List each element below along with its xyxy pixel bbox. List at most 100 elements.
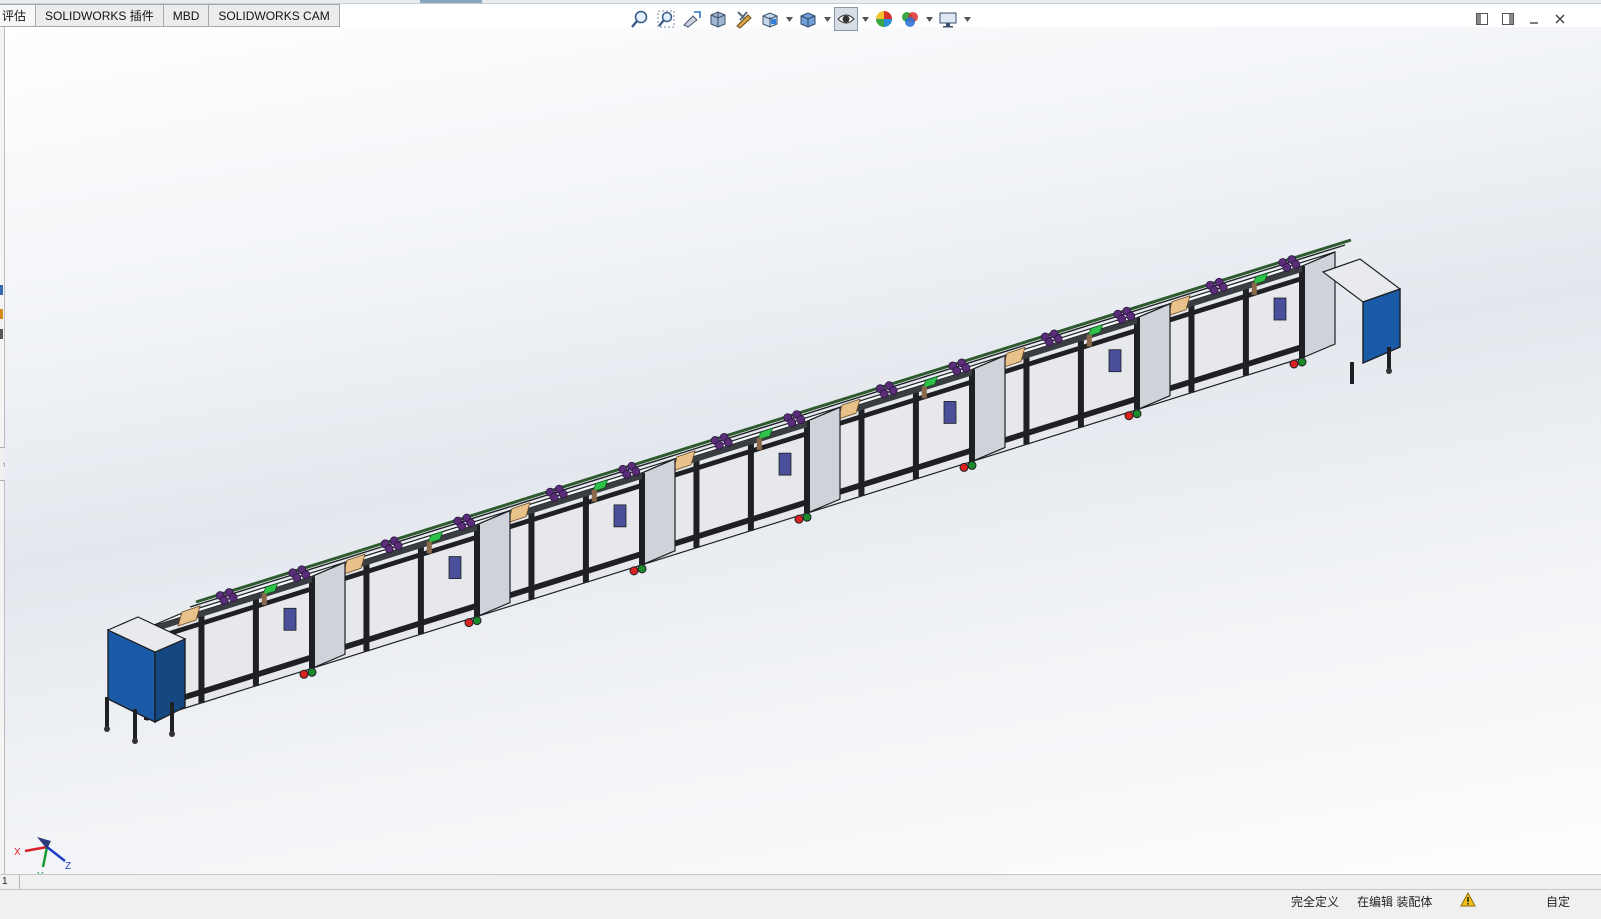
edit-appearance-button[interactable]: [872, 7, 896, 31]
fixture-nest: [1044, 337, 1054, 347]
fixture-nest: [457, 521, 467, 531]
fixture-nest: [879, 389, 889, 399]
fixture-nest: [292, 573, 302, 583]
control-box: [448, 556, 462, 579]
caster-wheel: [472, 616, 482, 626]
zoom-to-fit-icon: [631, 10, 648, 28]
tab-evaluate[interactable]: 评估: [0, 4, 37, 27]
sensor-bracket: [756, 437, 762, 450]
display-style-dropdown[interactable]: [822, 7, 832, 31]
document-window-controls: [1473, 10, 1569, 28]
caster-wheel: [802, 512, 812, 522]
fixture-nest: [301, 570, 311, 580]
caster-wheel: [1297, 357, 1307, 367]
control-box: [1108, 349, 1122, 373]
reference-triad: X Y Z: [14, 837, 71, 882]
command-manager-tabs: 评估 SOLIDWORKS 插件 MBD SOLIDWORKS CAM: [0, 4, 340, 27]
leveling-foot: [169, 731, 175, 737]
status-custom-units[interactable]: 自定: [1546, 893, 1570, 910]
previous-view-icon: [683, 11, 701, 28]
caster-wheel: [464, 618, 474, 628]
fixture-nest: [1291, 260, 1301, 269]
display-style-icon: [800, 12, 816, 28]
hide-show-items-dropdown[interactable]: [860, 7, 870, 31]
minimize-button[interactable]: [1525, 10, 1543, 28]
zoom-to-fit-button[interactable]: [628, 7, 652, 31]
module-end-panel: [476, 509, 511, 618]
fixture-nest: [622, 469, 632, 479]
assembly-model[interactable]: [5, 27, 1601, 893]
sensor-bracket: [591, 489, 597, 502]
sensor-bracket: [426, 541, 432, 554]
heads-up-view-toolbar: [628, 7, 972, 31]
fixture-nest: [1209, 285, 1219, 295]
panel-marker: [0, 285, 3, 295]
close-button[interactable]: [1551, 10, 1569, 28]
section-view-button[interactable]: [706, 7, 730, 31]
status-editing-assembly: 在编辑 装配体: [1357, 895, 1433, 909]
tab-solidworks-addins[interactable]: SOLIDWORKS 插件: [36, 4, 164, 27]
restore-left-button[interactable]: [1473, 10, 1491, 28]
fixture-nest: [714, 440, 724, 450]
fixture-nest: [549, 492, 559, 502]
sensor-bracket: [261, 593, 267, 606]
view-settings-dropdown[interactable]: [962, 7, 972, 31]
graphics-area[interactable]: X Y Z: [5, 27, 1601, 893]
right-end-cabinet-front: [1362, 288, 1401, 365]
horizontal-scrollbar[interactable]: 1: [0, 874, 1601, 890]
tab-mbd[interactable]: MBD: [163, 4, 210, 27]
edit-appearance-icon: [876, 11, 892, 27]
caster-wheel: [629, 566, 639, 576]
hide-show-items-icon: [837, 14, 855, 24]
caster-wheel: [637, 564, 647, 574]
rebuild-warning-icon[interactable]: [1460, 892, 1476, 908]
close-icon: [1555, 14, 1565, 24]
view-orientation-dropdown[interactable]: [784, 7, 794, 31]
fixture-nest: [1218, 282, 1228, 292]
cabinet-leg: [170, 702, 174, 732]
dynamic-annotation-button[interactable]: [732, 7, 756, 31]
fixture-nest: [1117, 314, 1127, 324]
zoom-to-area-button[interactable]: [654, 7, 678, 31]
view-settings-button[interactable]: [936, 7, 960, 31]
caster-wheel: [967, 460, 977, 470]
fixture-nest: [228, 593, 238, 602]
display-style-button[interactable]: [796, 7, 820, 31]
chevron-down-icon: [823, 16, 831, 22]
module-end-panel: [1301, 251, 1336, 359]
fixture-nest: [1126, 311, 1136, 321]
restore-right-button[interactable]: [1499, 10, 1517, 28]
fixture-nest: [1053, 334, 1063, 344]
fixture-nest: [219, 596, 229, 605]
previous-view-button[interactable]: [680, 7, 704, 31]
chevron-down-icon: [925, 16, 933, 22]
caster-wheel: [794, 514, 804, 524]
control-box: [778, 452, 792, 476]
module-end-panel: [806, 406, 841, 515]
control-box: [1273, 297, 1287, 321]
tab-solidworks-cam[interactable]: SOLIDWORKS CAM: [209, 4, 340, 27]
hide-show-items-button[interactable]: [834, 7, 858, 31]
chevron-down-icon: [963, 16, 971, 22]
fixture-nest: [393, 541, 403, 551]
fixture-nest: [723, 437, 733, 447]
triad-x-label: X: [14, 847, 21, 858]
apply-scene-button[interactable]: [898, 7, 922, 31]
restore-left-icon: [1476, 13, 1488, 25]
title-strip-selection: [420, 0, 482, 3]
chevron-down-icon: [861, 16, 869, 22]
chevron-down-icon: [785, 16, 793, 22]
leveling-foot: [1386, 368, 1392, 374]
sensor-bracket: [1086, 334, 1092, 347]
sensor-bracket: [921, 386, 927, 399]
apply-scene-dropdown[interactable]: [924, 7, 934, 31]
minimize-icon: [1530, 22, 1538, 24]
fixture-nest: [384, 544, 394, 554]
zoom-to-area-icon: [657, 10, 675, 28]
status-bar: 完全定义 在编辑 装配体 自定: [0, 890, 1601, 919]
view-orientation-button[interactable]: [758, 7, 782, 31]
cabinet-leg: [1350, 362, 1354, 384]
page-indicator: 1: [0, 875, 20, 889]
caster-wheel: [1124, 411, 1134, 421]
module-end-panel: [1136, 302, 1171, 411]
